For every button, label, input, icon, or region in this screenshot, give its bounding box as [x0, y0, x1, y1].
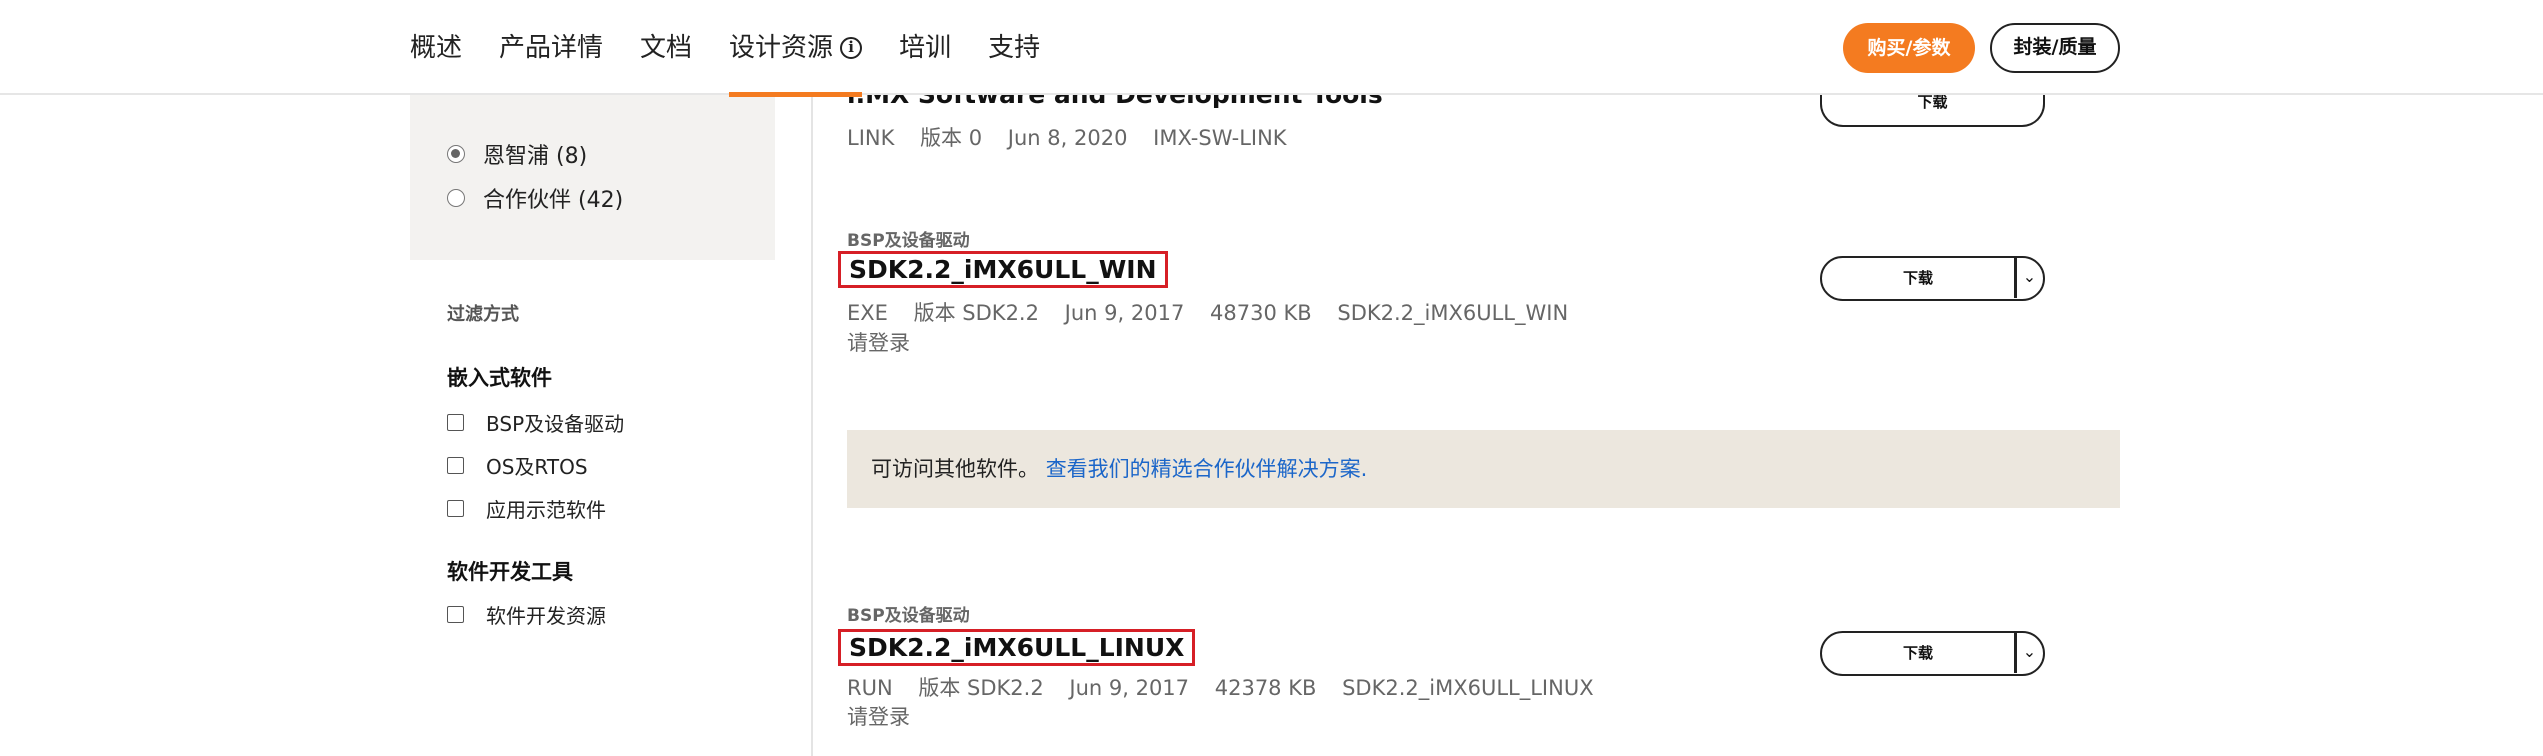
meta-version: 版本 SDK2.2	[918, 676, 1044, 700]
radio-source-partners[interactable]: 合作伙伴 (42)	[447, 182, 623, 214]
chevron-down-icon[interactable]: ⌄	[2016, 258, 2043, 298]
filter-demo-software[interactable]: 应用示范软件	[447, 494, 606, 523]
login-prompt[interactable]: 请登录	[847, 701, 910, 731]
filter-bsp-drivers[interactable]: BSP及设备驱动	[447, 408, 624, 437]
nav-tab-product-details[interactable]: 产品详情	[499, 0, 603, 95]
radio-label: 恩智浦 (8)	[483, 144, 588, 169]
download-label: 下载	[1902, 644, 1933, 662]
meta-size: 48730 KB	[1210, 301, 1312, 325]
sidebar-divider	[811, 95, 813, 756]
nav-tab-label: 支持	[988, 32, 1041, 63]
checkbox-label: 软件开发资源	[486, 604, 606, 628]
meta-version: 版本 SDK2.2	[913, 301, 1039, 325]
checkbox-label: OS及RTOS	[486, 455, 588, 479]
nav-tab-label: 产品详情	[499, 32, 604, 63]
meta-date: Jun 9, 2017	[1064, 301, 1185, 325]
filter-group-title: 软件开发工具	[447, 560, 573, 584]
meta-date: Jun 8, 2020	[1007, 126, 1128, 150]
nav-links: 概述 产品详情 文档 设计资源 i 培训 支持	[410, 0, 1077, 97]
radio-label: 合作伙伴 (42)	[483, 188, 624, 213]
top-navigation: 概述 产品详情 文档 设计资源 i 培训 支持 购买/参数 封装/质量	[0, 0, 2543, 97]
checkbox[interactable]	[447, 606, 464, 623]
result-title-highlighted[interactable]: SDK2.2_iMX6ULL_LINUX	[838, 629, 1196, 666]
login-prompt[interactable]: 请登录	[847, 327, 910, 357]
nav-tab-overview[interactable]: 概述	[410, 0, 462, 95]
nav-tab-training[interactable]: 培训	[899, 0, 951, 95]
info-icon[interactable]: i	[840, 36, 863, 59]
radio-button-checked[interactable]	[447, 145, 465, 163]
filter-os-rtos[interactable]: OS及RTOS	[447, 451, 588, 480]
result-title-highlighted[interactable]: SDK2.2_iMX6ULL_WIN	[838, 251, 1168, 288]
nav-tab-label: 概述	[410, 32, 463, 63]
radio-button[interactable]	[447, 189, 465, 207]
buy-parametrics-button[interactable]: 购买/参数	[1843, 23, 1975, 73]
nav-tab-label: 培训	[899, 32, 952, 63]
nav-tab-documentation[interactable]: 文档	[640, 0, 692, 95]
meta-date: Jun 9, 2017	[1069, 676, 1190, 700]
meta-size: 42378 KB	[1214, 676, 1317, 700]
radio-source-nxp[interactable]: 恩智浦 (8)	[447, 138, 587, 170]
checkbox[interactable]	[447, 414, 464, 431]
meta-id: SDK2.2_iMX6ULL_WIN	[1337, 301, 1569, 325]
meta-version: 版本 0	[920, 126, 983, 150]
result-category: BSP及设备驱动	[847, 231, 970, 251]
checkbox-label: BSP及设备驱动	[486, 412, 625, 436]
partner-notice: 可访问其他软件。 查看我们的精选合作伙伴解决方案.	[847, 430, 2120, 508]
notice-text: 可访问其他软件。	[871, 457, 1039, 481]
result-meta: EXE 版本 SDK2.2 Jun 9, 2017 48730 KB SDK2.…	[847, 297, 1587, 327]
nav-tab-label: 文档	[640, 32, 693, 63]
result-category: BSP及设备驱动	[847, 606, 970, 626]
source-filter-panel	[410, 95, 775, 260]
checkbox-label: 应用示范软件	[486, 498, 606, 522]
checkbox[interactable]	[447, 500, 464, 517]
meta-type: LINK	[847, 126, 895, 150]
checkbox[interactable]	[447, 457, 464, 474]
nav-tab-label: 设计资源	[729, 32, 834, 63]
download-split-button[interactable]: 下载 ⌄	[1820, 256, 2045, 301]
package-quality-button[interactable]: 封装/质量	[1990, 23, 2120, 73]
filter-dev-resources[interactable]: 软件开发资源	[447, 600, 606, 629]
partner-solutions-link[interactable]: 查看我们的精选合作伙伴解决方案.	[1046, 457, 1368, 481]
nav-tab-support[interactable]: 支持	[988, 0, 1040, 95]
download-split-button[interactable]: 下载 ⌄	[1820, 631, 2045, 676]
nav-tab-design-resources[interactable]: 设计资源 i	[729, 0, 863, 97]
meta-type: RUN	[847, 676, 893, 700]
result-meta: RUN 版本 SDK2.2 Jun 9, 2017 42378 KB SDK2.…	[847, 672, 1613, 702]
meta-id: SDK2.2_iMX6ULL_LINUX	[1342, 676, 1594, 700]
meta-type: EXE	[847, 301, 888, 325]
filter-group-title: 嵌入式软件	[447, 366, 552, 390]
result-meta: LINK 版本 0 Jun 8, 2020 IMX-SW-LINK	[847, 122, 1306, 152]
filter-by-heading: 过滤方式	[447, 304, 519, 325]
download-label: 下载	[1902, 269, 1933, 287]
meta-id: IMX-SW-LINK	[1153, 126, 1287, 150]
chevron-down-icon[interactable]: ⌄	[2016, 633, 2043, 673]
